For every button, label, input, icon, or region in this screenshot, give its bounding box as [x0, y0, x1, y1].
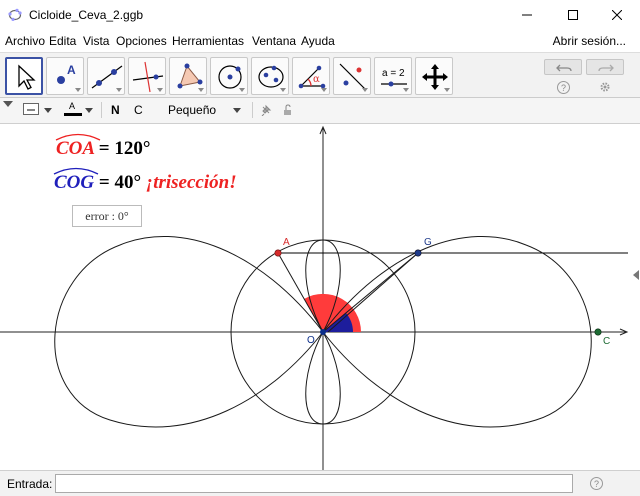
segment-oa [277, 252, 324, 333]
input-label: Entrada: [7, 477, 53, 491]
point-c[interactable] [594, 328, 602, 336]
signin-link[interactable]: Abrir sesión... [553, 34, 626, 48]
point-g[interactable] [414, 249, 422, 257]
point-o[interactable] [320, 329, 326, 335]
tool-polygon[interactable] [169, 57, 207, 95]
tool-circle[interactable] [210, 57, 248, 95]
menu-bar: Archivo Edita Vista Opciones Herramienta… [0, 30, 640, 52]
title-bar: Cicloide_Ceva_2.ggb [0, 0, 640, 30]
menu-edita[interactable]: Edita [49, 34, 76, 48]
toggle-stylebar-icon[interactable] [3, 101, 13, 109]
error-checkbox-label[interactable]: error : 0° [72, 205, 142, 227]
tool-angle[interactable]: α [292, 57, 330, 95]
undo-icon [556, 64, 572, 72]
window-title: Cicloide_Ceva_2.ggb [29, 8, 144, 22]
point-a[interactable] [274, 249, 282, 257]
chevron-down-icon[interactable] [233, 108, 241, 113]
tool-reflect[interactable] [333, 57, 371, 95]
geogebra-app-icon [8, 8, 22, 21]
arc-coa: COA [55, 133, 101, 159]
tool-perpendicular[interactable] [128, 57, 166, 95]
point-label-c: C [603, 336, 611, 347]
point-label-a: A [283, 237, 290, 248]
menu-herramientas[interactable]: Herramientas [172, 34, 244, 48]
point-label-o: O [307, 335, 315, 346]
line-color-button[interactable]: A [62, 101, 82, 117]
chevron-down-icon[interactable] [44, 108, 52, 113]
minimize-icon [522, 14, 532, 16]
maximize-button[interactable] [550, 0, 596, 30]
menu-ventana[interactable]: Ventana [252, 34, 296, 48]
input-help-icon[interactable]: ? [590, 477, 603, 490]
undo-button[interactable] [544, 59, 582, 75]
redo-icon [598, 64, 614, 72]
divider [101, 102, 102, 118]
redo-button[interactable] [586, 59, 624, 75]
label-coa: COA = 120° [55, 133, 150, 160]
italic-button[interactable]: C [134, 103, 143, 117]
label-cog: COG = 40° ¡trisección! [53, 167, 237, 194]
bold-button[interactable]: N [111, 103, 120, 117]
svg-text:α: α [313, 74, 320, 85]
style-bar: A N C Pequeño [0, 98, 640, 124]
svg-text:a = 2: a = 2 [382, 68, 405, 79]
arc-accent-icon [53, 167, 99, 175]
pin-icon[interactable] [260, 104, 272, 116]
graphics-view[interactable]: COA = 120° COG = 40° ¡trisección! error … [0, 124, 640, 470]
point-style-icon [27, 109, 35, 111]
lock-icon[interactable] [282, 104, 294, 116]
color-swatch [64, 113, 82, 116]
color-letter: A [69, 101, 76, 111]
side-panel-toggle[interactable] [633, 270, 639, 280]
tool-slider[interactable]: a = 2 [374, 57, 412, 95]
tool-point[interactable]: A [46, 57, 84, 95]
close-button[interactable] [594, 0, 640, 30]
point-style-button[interactable] [23, 103, 39, 115]
tool-line[interactable] [87, 57, 125, 95]
close-icon [612, 10, 622, 20]
tool-ellipse[interactable] [251, 57, 289, 95]
input-field[interactable] [55, 474, 573, 493]
menu-archivo[interactable]: Archivo [5, 34, 45, 48]
arc-accent-icon [55, 133, 101, 141]
chevron-down-icon[interactable] [85, 108, 93, 113]
toolbar: A α a = 2 ? [0, 52, 640, 98]
help-icon[interactable]: ? [557, 81, 570, 94]
tool-move[interactable] [5, 57, 43, 95]
menu-opciones[interactable]: Opciones [116, 34, 167, 48]
svg-text:A: A [67, 63, 76, 77]
gear-icon[interactable] [599, 81, 611, 93]
menu-ayuda[interactable]: Ayuda [301, 34, 335, 48]
divider [252, 102, 253, 118]
menu-vista[interactable]: Vista [83, 34, 109, 48]
input-bar: Entrada: ? [0, 470, 640, 496]
text-size-select[interactable]: Pequeño [168, 103, 216, 117]
tool-move-view[interactable] [415, 57, 453, 95]
maximize-icon [568, 10, 578, 20]
move-icon [18, 64, 36, 90]
arc-cog: COG [53, 167, 99, 193]
segment-og-2 [327, 252, 419, 333]
minimize-button[interactable] [504, 0, 550, 30]
point-label-g: G [424, 237, 432, 248]
